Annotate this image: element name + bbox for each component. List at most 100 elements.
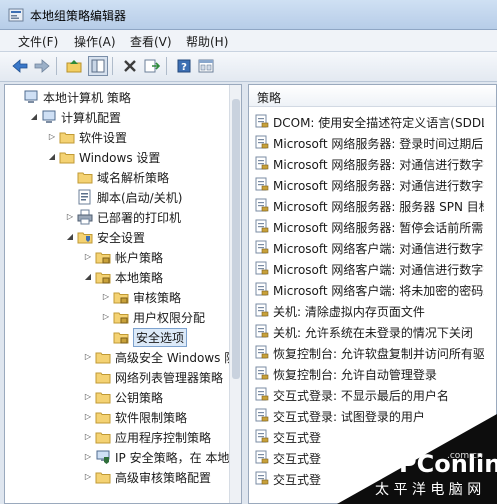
expand-arrow-icon[interactable]: ▷ xyxy=(83,471,93,483)
title-bar: 本地组策略编辑器 xyxy=(0,0,497,30)
policy-name: 恢复控制台: 允许软盘复制并访问所有驱动 xyxy=(273,347,484,361)
folder-lock-icon xyxy=(95,249,111,265)
policy-row[interactable]: Microsoft 网络服务器: 暂停会话前所需的 xyxy=(249,216,484,236)
computer-icon xyxy=(23,89,39,105)
tree-item[interactable]: ▷ 已部署的打印机 xyxy=(5,207,231,227)
tree-item[interactable]: ◢ 本地策略 xyxy=(5,267,231,287)
policy-row[interactable]: Microsoft 网络客户端: 对通信进行数字签 xyxy=(249,258,484,278)
column-header-policy[interactable]: 策略 xyxy=(249,85,496,107)
tree-item-label: 计算机配置 xyxy=(61,111,122,125)
printer-icon xyxy=(77,209,93,225)
policy-setting-icon xyxy=(255,261,269,275)
policy-row[interactable]: 关机: 清除虚拟内存页面文件 xyxy=(249,300,484,320)
menu-view[interactable]: 查看(V) xyxy=(128,33,174,50)
back-icon[interactable] xyxy=(10,56,30,76)
properties-icon[interactable] xyxy=(196,56,216,76)
tree-item[interactable]: 本地计算机 策略 xyxy=(5,87,231,107)
menu-action[interactable]: 操作(A) xyxy=(72,33,118,50)
collapse-arrow-icon[interactable]: ◢ xyxy=(29,111,39,123)
tree-item-label: 安全设置 xyxy=(97,231,146,245)
tree-scrollbar[interactable] xyxy=(229,85,241,503)
policy-name: Microsoft 网络客户端: 将未加密的密码发 xyxy=(273,284,484,298)
tree-item[interactable]: ▷ IP 安全策略，在 本地 xyxy=(5,447,231,467)
tree-item-label: 软件限制策略 xyxy=(115,411,188,425)
expand-arrow-icon[interactable]: ▷ xyxy=(83,391,93,403)
policy-setting-icon xyxy=(255,198,269,212)
policy-setting-icon xyxy=(255,345,269,359)
policy-name: 关机: 清除虚拟内存页面文件 xyxy=(273,305,425,319)
toolbar-separator xyxy=(166,57,167,75)
tree-item[interactable]: ◢ 计算机配置 xyxy=(5,107,231,127)
tree-item[interactable]: ▷ 高级安全 Windows 防 xyxy=(5,347,236,367)
policy-row[interactable]: Microsoft 网络服务器: 对通信进行数字签 xyxy=(249,174,484,194)
menu-file[interactable]: 文件(F) xyxy=(16,33,60,50)
tree-item[interactable]: 安全选项 xyxy=(5,327,231,347)
policy-row[interactable]: Microsoft 网络客户端: 将未加密的密码发 xyxy=(249,279,484,299)
tree-item[interactable]: ◢ Windows 设置 xyxy=(5,147,231,167)
tree-item[interactable]: ▷ 软件限制策略 xyxy=(5,407,231,427)
tree-item-label: 应用程序控制策略 xyxy=(115,431,212,445)
policy-row[interactable]: Microsoft 网络客户端: 对通信进行数字签 xyxy=(249,237,484,257)
forward-icon[interactable] xyxy=(32,56,52,76)
delete-icon[interactable] xyxy=(120,56,140,76)
tree-item-label: 用户权限分配 xyxy=(133,311,206,325)
policy-name: DCOM: 使用安全描述符定义语言(SDDL)语 xyxy=(273,116,484,130)
tree-item[interactable]: 脚本(启动/关机) xyxy=(5,187,231,207)
svg-text:?: ? xyxy=(181,62,187,73)
tree-item-label: 软件设置 xyxy=(79,131,128,145)
tree-item[interactable]: ◢ 安全设置 xyxy=(5,227,231,247)
show-hide-tree-icon[interactable] xyxy=(88,56,108,76)
policy-setting-icon xyxy=(255,366,269,380)
expand-arrow-icon[interactable]: ▷ xyxy=(83,451,93,463)
folder-lock-icon xyxy=(113,289,129,305)
tree-item-label: IP 安全策略，在 本地 xyxy=(115,451,230,465)
expand-arrow-icon[interactable]: ▷ xyxy=(65,211,75,223)
policy-row[interactable]: 交互式登录: 不显示最后的用户名 xyxy=(249,384,484,404)
policy-row[interactable]: 关机: 允许系统在未登录的情况下关闭 xyxy=(249,321,484,341)
console-tree-pane[interactable]: 本地计算机 策略 ◢ 计算机配置 ▷ 软件设置 ◢ Windows 设置域名解析策略 脚本(启… xyxy=(4,84,242,504)
tree-item[interactable]: 域名解析策略 xyxy=(5,167,231,187)
up-folder-icon[interactable] xyxy=(64,56,84,76)
ipsec-icon xyxy=(95,449,111,465)
expand-arrow-icon[interactable]: ▷ xyxy=(101,291,111,303)
expand-arrow-icon[interactable]: ▷ xyxy=(83,251,93,263)
folder-icon xyxy=(59,149,75,165)
scrollbar-thumb[interactable] xyxy=(232,99,240,379)
expand-arrow-icon[interactable]: ▷ xyxy=(47,131,57,143)
expand-arrow-icon[interactable]: ▷ xyxy=(83,351,93,363)
tree-item[interactable]: ▷ 用户权限分配 xyxy=(5,307,231,327)
export-list-icon[interactable] xyxy=(142,56,162,76)
folder-icon xyxy=(95,409,111,425)
tree-item[interactable]: ▷ 审核策略 xyxy=(5,287,231,307)
policy-row[interactable]: 恢复控制台: 允许软盘复制并访问所有驱动 xyxy=(249,342,484,362)
help-icon[interactable]: ? xyxy=(174,56,194,76)
folder-icon xyxy=(95,349,111,365)
policy-setting-icon xyxy=(255,429,269,443)
tree-item-label: 审核策略 xyxy=(133,291,182,305)
collapse-arrow-icon[interactable]: ◢ xyxy=(65,231,75,243)
tree-item[interactable]: ▷ 帐户策略 xyxy=(5,247,231,267)
policy-row[interactable]: Microsoft 网络服务器: 登录时间过期后断 xyxy=(249,132,484,152)
tree-item[interactable]: ▷ 公钥策略 xyxy=(5,387,231,407)
expand-arrow-icon[interactable]: ▷ xyxy=(83,411,93,423)
expand-arrow-icon[interactable]: ▷ xyxy=(101,311,111,323)
tree-item-label: 帐户策略 xyxy=(115,251,164,265)
collapse-arrow-icon[interactable]: ◢ xyxy=(83,271,93,283)
tree-item[interactable]: ▷ 高级审核策略配置 xyxy=(5,467,231,487)
toolbar: ? xyxy=(0,52,497,82)
toolbar-separator xyxy=(56,57,57,75)
policy-row[interactable]: DCOM: 使用安全描述符定义语言(SDDL)语 xyxy=(249,111,484,131)
policy-setting-icon xyxy=(255,408,269,422)
tree-item[interactable]: 网络列表管理器策略 xyxy=(5,367,231,387)
collapse-arrow-icon[interactable]: ◢ xyxy=(47,151,57,163)
tree-item-label: Windows 设置 xyxy=(79,151,161,165)
policy-setting-icon xyxy=(255,450,269,464)
tree-item[interactable]: ▷ 软件设置 xyxy=(5,127,231,147)
policy-row[interactable]: 恢复控制台: 允许自动管理登录 xyxy=(249,363,484,383)
expand-arrow-icon[interactable]: ▷ xyxy=(83,431,93,443)
policy-row[interactable]: Microsoft 网络服务器: 服务器 SPN 目标 xyxy=(249,195,484,215)
security-icon xyxy=(77,229,93,245)
tree-item[interactable]: ▷ 应用程序控制策略 xyxy=(5,427,231,447)
policy-row[interactable]: Microsoft 网络服务器: 对通信进行数字签 xyxy=(249,153,484,173)
menu-help[interactable]: 帮助(H) xyxy=(184,33,230,50)
